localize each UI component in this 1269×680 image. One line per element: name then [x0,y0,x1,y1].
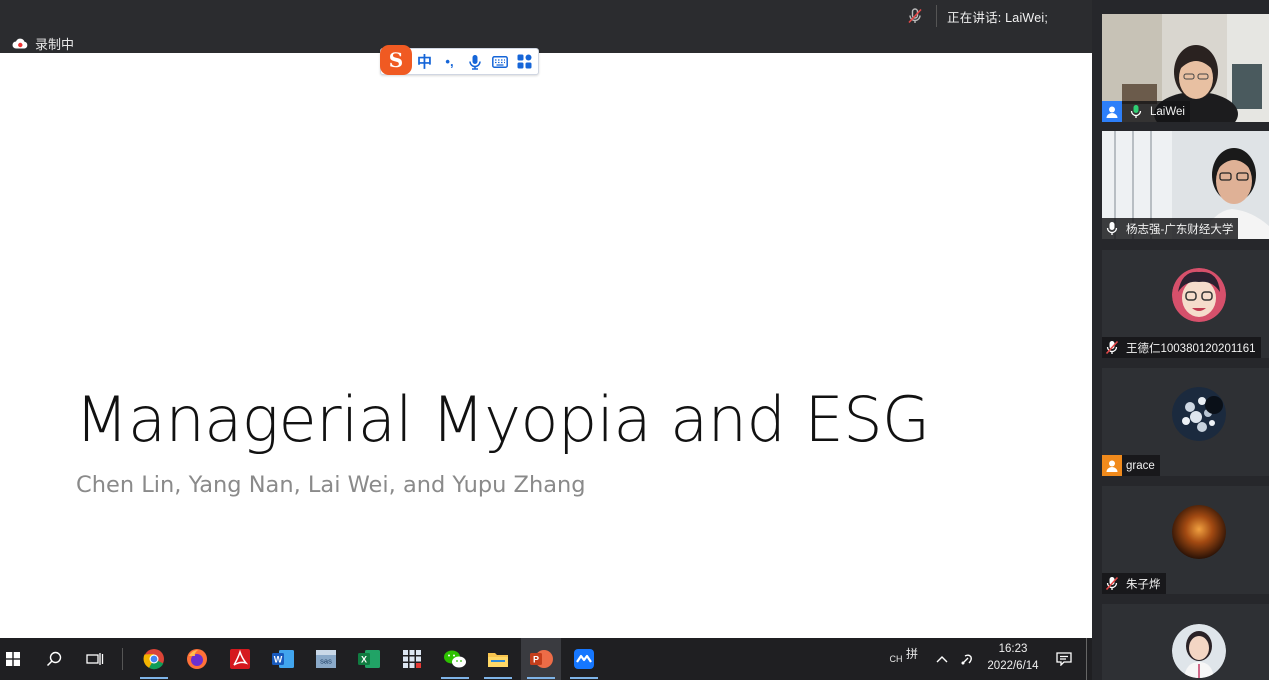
mic-muted-icon [1102,337,1122,358]
cloud-record-icon [12,38,28,48]
keyboard-icon [491,55,508,68]
taskbar-app-word[interactable]: W [263,638,303,680]
ime-toolbox-button[interactable] [512,50,537,74]
participant-name: 王德仁100380120201161 [1126,342,1256,355]
participant-nametag: LaiWei [1102,101,1190,122]
acrobat-icon [230,649,250,669]
participant-tile[interactable]: grace [1102,368,1269,476]
mic-icon [1102,218,1122,239]
network-button[interactable] [955,638,979,680]
notification-icon [1056,652,1072,666]
sogou-logo-icon[interactable]: S [380,45,412,75]
taskbar-app-chrome[interactable] [134,638,174,680]
user-icon [1102,455,1122,476]
participant-tile[interactable] [1102,604,1269,680]
chrome-icon [143,649,164,670]
slide-authors: Chen Lin, Yang Nan, Lai Wei, and Yupu Zh… [76,472,586,498]
participant-tile[interactable]: 王德仁100380120201161 [1102,250,1269,358]
search-icon [46,651,62,667]
svg-text:X: X [361,655,367,665]
participant-avatar [1172,387,1226,441]
network-icon [961,654,972,665]
participant-video-column: LaiWei 杨志强-广东财经大学 王德仁100380120201161 gra… [1092,0,1269,680]
taskbar-app-firefox[interactable] [177,638,217,680]
shared-screen-slide: Managerial Myopia and ESG Chen Lin, Yang… [0,53,1092,638]
participant-name: grace [1126,459,1155,472]
speaking-label: 正在讲话: LaiWei; [947,10,1049,25]
svg-text:P: P [533,655,539,665]
start-button[interactable] [0,638,33,680]
taskbar-app-grid[interactable] [392,638,432,680]
show-desktop-button[interactable] [1086,638,1092,680]
svg-text:W: W [274,655,283,665]
search-button[interactable] [34,638,74,680]
ime-toolbar: S 中 •, [380,45,539,75]
chevron-up-icon [936,656,948,663]
powerpoint-icon: P [530,650,553,668]
participant-name: 朱子烨 [1126,578,1161,591]
mic-muted-icon[interactable] [906,7,924,25]
task-view-button[interactable] [75,638,115,680]
taskbar-divider [122,648,123,670]
speaking-indicator: 正在讲话: LaiWei; [906,5,1049,27]
participant-nametag: 王德仁100380120201161 [1102,337,1261,358]
participant-tile[interactable]: 朱子烨 [1102,486,1269,594]
windows-taskbar: W sas X P CH 拼 16:23 2022/6/14 [0,638,1092,680]
slide-title: Managerial Myopia and ESG [75,383,930,456]
excel-icon: X [358,650,380,668]
ime-punctuation-toggle[interactable]: •, [437,50,462,74]
participant-tile[interactable]: 杨志强-广东财经大学 [1102,131,1269,239]
word-icon: W [272,650,294,668]
ime-voice-button[interactable] [462,50,487,74]
recording-label: 录制中 [35,36,75,52]
participant-tile[interactable]: LaiWei [1102,14,1269,122]
clock-date: 2022/6/14 [987,660,1039,672]
task-view-icon [86,653,104,665]
windows-logo-icon [6,652,20,666]
app-grid-icon [403,650,421,668]
taskbar-app-powerpoint[interactable]: P [521,638,561,680]
taskbar-clock[interactable]: 16:23 2022/6/14 [980,641,1046,675]
sas-icon: sas [316,650,336,668]
microphone-icon [468,54,481,70]
ime-pinyin-indicator[interactable]: 拼 [902,632,922,674]
toolbox-grid-icon [517,54,532,69]
participant-nametag: 朱子烨 [1102,573,1166,594]
ime-keyboard-button[interactable] [487,50,512,74]
action-center-button[interactable] [1052,638,1076,680]
participant-avatar [1172,624,1226,678]
taskbar-app-file-explorer[interactable] [478,638,518,680]
participant-avatar [1172,505,1226,559]
host-user-icon [1102,101,1122,122]
participant-name: LaiWei [1150,105,1185,118]
taskbar-app-acrobat[interactable] [220,638,260,680]
wechat-icon [444,650,466,668]
taskbar-app-tencent-meeting[interactable] [564,638,604,680]
participant-name: 杨志强-广东财经大学 [1126,223,1234,236]
taskbar-app-sas[interactable]: sas [306,638,346,680]
mic-active-icon [1126,101,1146,122]
taskbar-app-wechat[interactable] [435,638,475,680]
meeting-top-bar: 录制中 正在讲话: LaiWei; [0,0,1092,53]
taskbar-app-excel[interactable]: X [349,638,389,680]
folder-icon [488,653,508,667]
divider [936,5,937,27]
ime-mode-toggle[interactable]: 中 [412,50,437,74]
participant-nametag: 杨志强-广东财经大学 [1102,218,1239,239]
participant-nametag: grace [1102,455,1160,476]
clock-time: 16:23 [998,643,1028,655]
firefox-icon [187,649,207,669]
tray-overflow-button[interactable] [930,638,954,680]
tencent-meeting-icon [574,649,594,669]
recording-indicator[interactable]: 录制中 [12,35,75,52]
svg-text:sas: sas [320,657,332,666]
participant-avatar [1172,268,1226,322]
mic-muted-icon [1102,573,1122,594]
